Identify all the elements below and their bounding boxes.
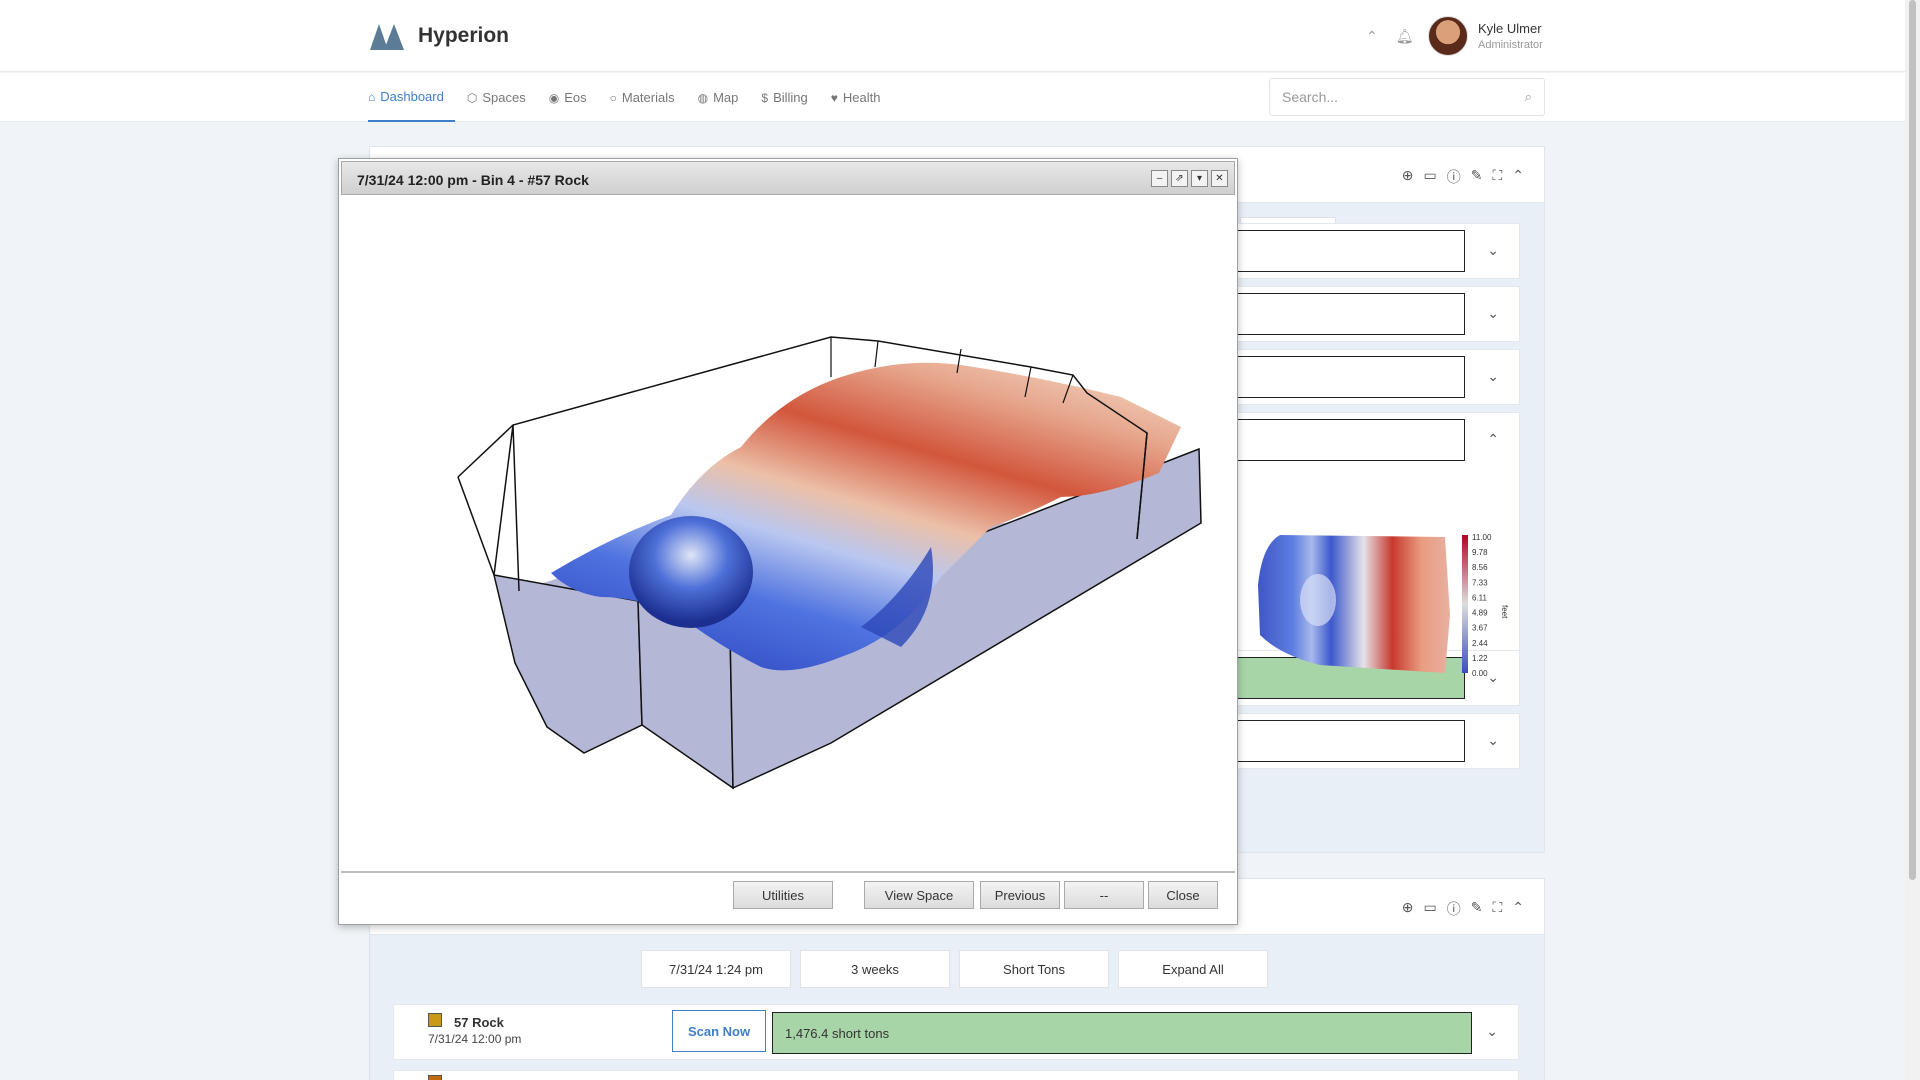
dialog-footer: Utilities View Space Previous -- Close	[341, 871, 1235, 923]
chevron-down-icon[interactable]: ⌄	[1486, 1023, 1498, 1040]
colorbar-tick: 1.22	[1472, 654, 1488, 663]
chevron-down-icon[interactable]: ⌄	[1487, 305, 1499, 322]
chevron-down-icon[interactable]: ⌄	[1487, 732, 1499, 749]
dialog-title: 7/31/24 12:00 pm - Bin 4 - #57 Rock	[357, 172, 589, 188]
nav-item-label: Eos	[564, 90, 587, 105]
nav-item-label: Dashboard	[380, 89, 444, 104]
next-button[interactable]: --	[1064, 881, 1144, 909]
colorbar-tick: 6.11	[1472, 593, 1488, 602]
dollar-icon: $	[761, 90, 769, 105]
info-icon[interactable]: ⓘ	[1447, 167, 1461, 187]
heatmap-surface	[1258, 535, 1450, 673]
material-name: 57 Rock	[454, 1015, 504, 1030]
popout-icon[interactable]: ⇗	[1171, 170, 1188, 187]
colorbar-tick: 2.44	[1472, 639, 1488, 648]
colorbar-tick: 4.89	[1472, 609, 1488, 618]
nav-item-billing[interactable]: $ Billing	[761, 73, 818, 122]
colorbar-tick: 3.67	[1472, 624, 1488, 633]
nav-item-map[interactable]: ◍ Map	[698, 73, 750, 122]
nav-item-label: Spaces	[482, 90, 526, 105]
info-icon[interactable]: ⓘ	[1447, 899, 1461, 919]
heartbeat-icon: ♥	[830, 90, 838, 105]
main-nav: ⌂ Dashboard ⬡ Spaces ◉ Eos ○ Materials ◍ Map $ Bill…	[368, 73, 903, 122]
nav-item-dashboard[interactable]: ⌂ Dashboard	[368, 73, 455, 122]
volume-label: 1,476.4 short tons	[785, 1026, 890, 1041]
colorbar-tick: 11.00	[1472, 533, 1492, 542]
utilities-button[interactable]: Utilities	[733, 881, 833, 909]
dialog-titlebar[interactable]: 7/31/24 12:00 pm - Bin 4 - #57 Rock – ⇗ …	[341, 161, 1235, 195]
nav-item-health[interactable]: ♥ Health	[831, 73, 892, 122]
nav-item-label: Materials	[621, 90, 675, 105]
search-box[interactable]: ⌕	[1269, 78, 1545, 116]
hyperion-logo-icon	[370, 24, 404, 50]
volume-bar: 1,476.4 short tons	[772, 1012, 1472, 1054]
nav-item-label: Map	[713, 90, 739, 105]
eye-icon: ◉	[548, 90, 560, 105]
nav-item-label: Billing	[773, 90, 808, 105]
colorbar-tick: 8.56	[1472, 563, 1488, 572]
fullscreen-icon[interactable]: ⛶	[1492, 167, 1502, 187]
colorbar-unit: feet	[1500, 605, 1509, 619]
chevron-down-icon[interactable]: ⌄	[1487, 368, 1499, 385]
bin-front-wall	[493, 574, 643, 754]
chevron-down-icon[interactable]: ⌄	[1487, 242, 1499, 259]
edit-icon[interactable]: ✎	[1471, 167, 1483, 187]
scan-viewer-dialog: 7/31/24 12:00 pm - Bin 4 - #57 Rock – ⇗ …	[338, 158, 1238, 925]
previous-button[interactable]: Previous	[980, 881, 1060, 909]
fullscreen-icon[interactable]: ⛶	[1492, 899, 1502, 919]
search-icon[interactable]: ⌕	[1525, 89, 1532, 105]
nav-item-materials[interactable]: ○ Materials	[610, 73, 686, 122]
material-mound	[629, 516, 753, 628]
crosshair-icon[interactable]: ⊕	[1402, 167, 1414, 187]
colorbar-tick: 0.00	[1472, 669, 1488, 678]
nav-bar: ⌂ Dashboard ⬡ Spaces ◉ Eos ○ Materials ◍ Map $ Bill…	[0, 73, 1905, 122]
close-icon[interactable]: ✕	[1211, 170, 1228, 187]
minimize-icon[interactable]: –	[1151, 170, 1168, 187]
circle-icon: ○	[609, 90, 617, 105]
crosshair-icon[interactable]: ⊕	[1402, 899, 1414, 919]
home-icon: ⌂	[368, 89, 376, 104]
brand-name: Hyperion	[418, 24, 510, 47]
list-item[interactable]: 57 Rock 7/31/24 12:00 pm Scan Now 1,476.…	[393, 1004, 1519, 1060]
date-picker[interactable]: 7/31/24 1:24 pm	[641, 950, 791, 988]
avatar[interactable]	[1428, 16, 1468, 56]
comment-icon[interactable]: ▭	[1423, 167, 1436, 187]
user-menu[interactable]: Kyle Ulmer Administrator	[1428, 16, 1543, 56]
colorbar	[1462, 535, 1468, 673]
nav-item-spaces[interactable]: ⬡ Spaces	[467, 73, 537, 122]
heatmap-plot: 11.00 9.78 8.56 7.33 6.11 4.89 3.67 2.44 1.22 0.0…	[1258, 533, 1509, 678]
collapse-icon[interactable]: ⌃	[1512, 167, 1524, 187]
view-space-button[interactable]: View Space	[864, 881, 974, 909]
scan-time: 7/31/24 12:00 pm	[428, 1032, 522, 1046]
material-swatch	[428, 1013, 442, 1027]
nav-item-eos[interactable]: ◉ Eos	[549, 73, 598, 122]
nav-item-label: Health	[842, 90, 881, 105]
user-name: Kyle Ulmer	[1478, 21, 1542, 36]
expand-all-button[interactable]: Expand All	[1118, 950, 1268, 988]
edit-icon[interactable]: ✎	[1471, 899, 1483, 919]
scan-now-button[interactable]: Scan Now	[672, 1010, 766, 1052]
logo[interactable]: Hyperion	[370, 22, 509, 50]
search-input[interactable]	[1282, 89, 1525, 105]
chevron-up-icon[interactable]: ⌃	[1487, 431, 1499, 448]
range-select[interactable]: 3 weeks	[800, 950, 950, 988]
collapse-icon[interactable]: ⌃	[1512, 899, 1524, 919]
close-button[interactable]: Close	[1148, 881, 1218, 909]
material-swatch	[428, 1075, 442, 1080]
cube-icon: ⬡	[466, 90, 478, 105]
top-header: Hyperion ⌃ 🔔︎ Kyle Ulmer Administrator	[0, 0, 1905, 72]
globe-icon: ◍	[697, 90, 709, 105]
units-select[interactable]: Short Tons	[959, 950, 1109, 988]
3d-surface-plot[interactable]	[341, 197, 1235, 869]
dropdown-icon[interactable]: ▾	[1191, 170, 1208, 187]
page-scrollbar[interactable]	[1905, 0, 1920, 1080]
colorbar-tick: 7.33	[1472, 578, 1488, 587]
bell-icon[interactable]: 🔔︎	[1396, 28, 1414, 45]
colorbar-tick: 9.78	[1472, 548, 1488, 557]
chevron-up-icon[interactable]: ⌃	[1366, 28, 1378, 45]
scrollbar-thumb[interactable]	[1909, 0, 1916, 880]
user-role: Administrator	[1478, 39, 1543, 51]
comment-icon[interactable]: ▭	[1423, 899, 1436, 919]
list-item[interactable]	[393, 1070, 1519, 1080]
